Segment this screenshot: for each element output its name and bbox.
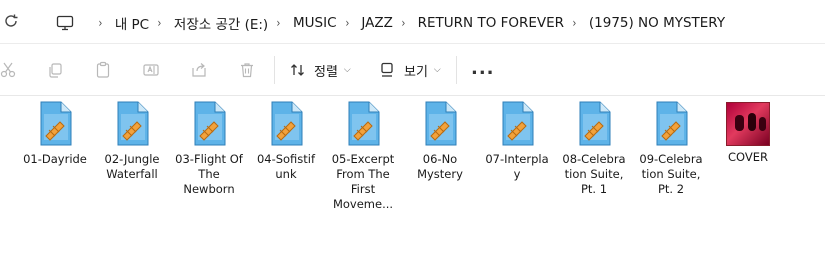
- view-label: 보기: [404, 64, 428, 80]
- audio-file-icon: [574, 100, 614, 148]
- file-name: 03-Flight Of The Newborn: [175, 152, 243, 196]
- rename-icon[interactable]: [141, 60, 161, 80]
- file-name: 02-Jungle Waterfall: [104, 152, 160, 181]
- delete-icon[interactable]: [237, 60, 257, 80]
- refresh-icon[interactable]: [2, 12, 22, 32]
- breadcrumb-separator[interactable]: ›: [573, 16, 577, 30]
- sort-icon: [290, 62, 306, 78]
- file-item[interactable]: 09-Celebra tion Suite, Pt. 2: [633, 100, 709, 197]
- toolbar-divider: [274, 56, 275, 84]
- view-button[interactable]: 보기 ⌵: [380, 58, 441, 82]
- copy-icon[interactable]: [45, 60, 65, 80]
- file-name: COVER: [727, 150, 768, 164]
- file-item[interactable]: 04-Sofistif unk: [248, 100, 324, 182]
- file-item[interactable]: 01-Dayride: [17, 100, 93, 167]
- cover-image-thumbnail: [726, 102, 770, 146]
- audio-file-icon: [189, 100, 229, 148]
- breadcrumb-separator[interactable]: ›: [401, 16, 405, 30]
- sort-button[interactable]: 정렬 ⌵: [290, 58, 351, 82]
- view-icon: [380, 62, 394, 78]
- chevron-down-icon: ⌵: [343, 65, 351, 75]
- file-name: 05-Excerpt From The First Moveme...: [331, 152, 395, 211]
- breadcrumb-separator[interactable]: ›: [345, 16, 349, 30]
- breadcrumb: › 내 PC › 저장소 공간 (E:) › MUSIC › JAZZ › RE…: [56, 12, 725, 34]
- file-name: 08-Celebra tion Suite, Pt. 1: [562, 152, 626, 196]
- file-item[interactable]: 06-No Mystery: [402, 100, 478, 182]
- breadcrumb-item-artist[interactable]: RETURN TO FOREVER: [418, 15, 564, 31]
- breadcrumb-item-album[interactable]: (1975) NO MYSTERY: [589, 15, 725, 31]
- file-list: 01-Dayride 02-Jungle Waterfall 03-Flight…: [0, 96, 825, 263]
- command-toolbar: 정렬 ⌵ 보기 ⌵ ...: [0, 44, 825, 96]
- breadcrumb-item-this-pc[interactable]: 내 PC: [115, 13, 149, 33]
- breadcrumb-item-drive[interactable]: 저장소 공간 (E:): [174, 13, 268, 33]
- audio-file-icon: [112, 100, 152, 148]
- breadcrumb-item-jazz[interactable]: JAZZ: [361, 15, 392, 31]
- file-name: 01-Dayride: [23, 152, 87, 166]
- address-bar[interactable]: › 내 PC › 저장소 공간 (E:) › MUSIC › JAZZ › RE…: [0, 0, 825, 44]
- share-icon[interactable]: [189, 60, 209, 80]
- file-name: 09-Celebra tion Suite, Pt. 2: [639, 152, 703, 196]
- breadcrumb-separator[interactable]: ›: [277, 16, 281, 30]
- audio-file-icon: [35, 100, 75, 148]
- file-item[interactable]: 08-Celebra tion Suite, Pt. 1: [556, 100, 632, 197]
- file-name: 07-Interpla y: [485, 152, 549, 181]
- breadcrumb-item-music[interactable]: MUSIC: [293, 15, 337, 31]
- audio-file-icon: [266, 100, 306, 148]
- more-options-button[interactable]: ...: [471, 58, 495, 79]
- chevron-down-icon: ⌵: [433, 65, 441, 75]
- file-item[interactable]: COVER: [710, 100, 786, 165]
- computer-icon[interactable]: [56, 14, 74, 32]
- file-item[interactable]: 07-Interpla y: [479, 100, 555, 182]
- sort-label: 정렬: [314, 64, 338, 80]
- audio-file-icon: [497, 100, 537, 148]
- paste-icon[interactable]: [93, 60, 113, 80]
- file-item[interactable]: 02-Jungle Waterfall: [94, 100, 170, 182]
- file-name: 06-No Mystery: [417, 152, 463, 181]
- breadcrumb-separator[interactable]: ›: [158, 16, 162, 30]
- cut-icon[interactable]: [0, 60, 18, 80]
- breadcrumb-separator[interactable]: ›: [98, 16, 102, 30]
- file-name: 04-Sofistif unk: [256, 152, 316, 181]
- audio-file-icon: [420, 100, 460, 148]
- file-item[interactable]: 03-Flight Of The Newborn: [171, 100, 247, 197]
- file-item[interactable]: 05-Excerpt From The First Moveme...: [325, 100, 401, 212]
- audio-file-icon: [343, 100, 383, 148]
- audio-file-icon: [651, 100, 691, 148]
- toolbar-divider: [456, 56, 457, 84]
